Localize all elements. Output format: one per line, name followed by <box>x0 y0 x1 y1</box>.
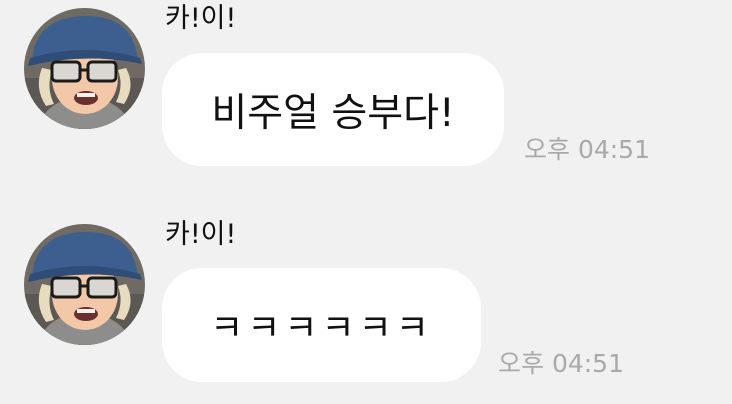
sender-avatar[interactable] <box>24 224 145 345</box>
message-timestamp: 오후 04:51 <box>498 349 624 378</box>
sender-name: 카!이! <box>165 219 237 250</box>
chat-message-list: 카!이! 비주얼 승부다! 오후 04:51 카!이! ㅋㅋㅋㅋㅋㅋ 오후 04… <box>0 0 732 404</box>
message-text: 비주얼 승부다! <box>211 90 455 136</box>
message-timestamp: 오후 04:51 <box>524 135 650 164</box>
profile-photo-icon <box>24 8 145 129</box>
chat-message: 카!이! ㅋㅋㅋㅋㅋㅋ 오후 04:51 <box>0 214 732 404</box>
profile-photo-icon <box>24 224 145 345</box>
sender-name: 카!이! <box>165 3 237 34</box>
chat-message: 카!이! 비주얼 승부다! 오후 04:51 <box>0 0 732 200</box>
sender-avatar[interactable] <box>24 8 145 129</box>
message-text: ㅋㅋㅋㅋㅋㅋ <box>210 308 433 349</box>
message-bubble[interactable]: ㅋㅋㅋㅋㅋㅋ <box>162 268 481 382</box>
message-bubble[interactable]: 비주얼 승부다! <box>162 53 504 166</box>
